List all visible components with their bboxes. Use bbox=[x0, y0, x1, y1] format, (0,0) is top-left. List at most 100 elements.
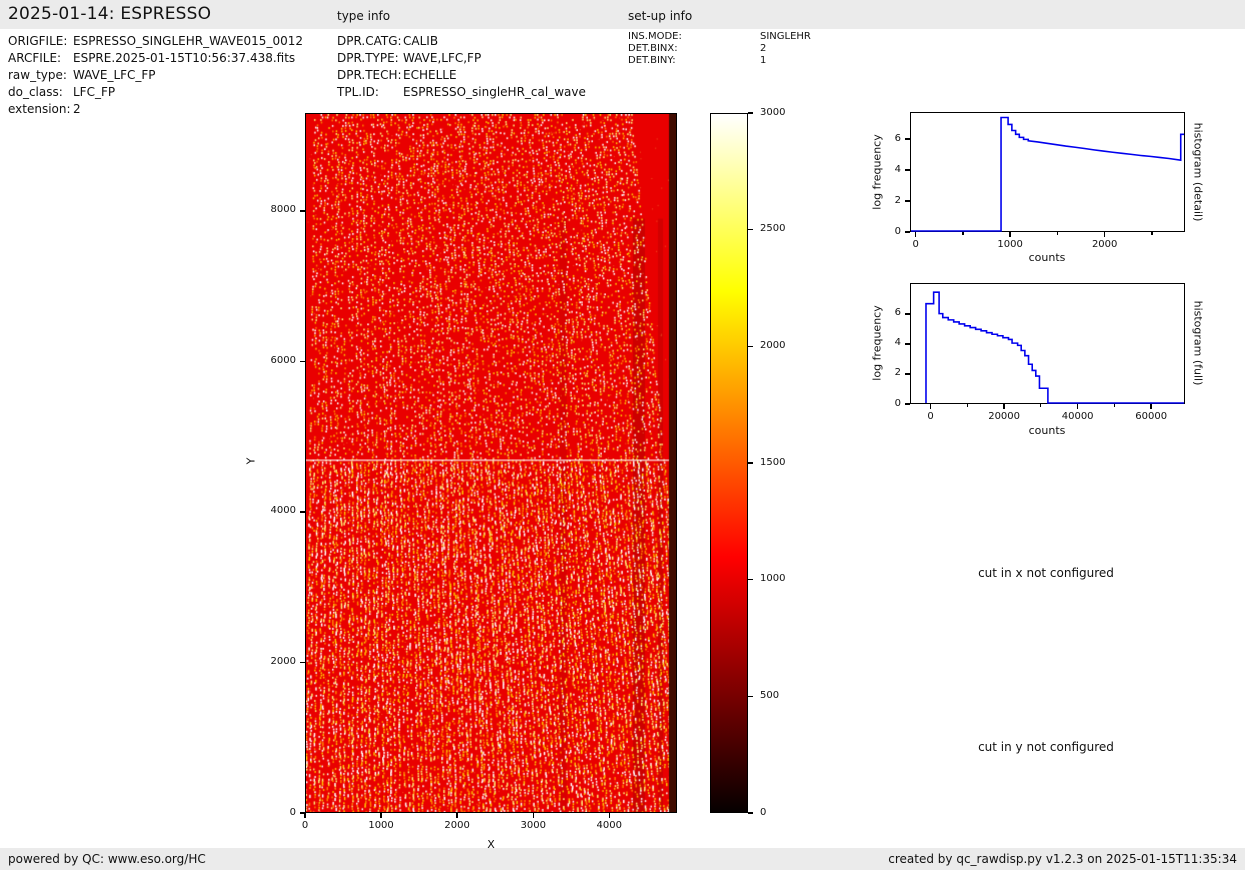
x-tick bbox=[1103, 232, 1106, 237]
y-tick bbox=[300, 812, 305, 814]
page-title: 2025-01-14: ESPRESSO bbox=[8, 4, 212, 24]
setup-info-header: set-up info bbox=[628, 9, 693, 23]
hist-detail-xlabel: counts bbox=[1028, 251, 1066, 264]
field-value: CALIB bbox=[403, 34, 439, 48]
y-tick-label: 2 bbox=[894, 194, 901, 206]
y-tick bbox=[300, 360, 305, 363]
colorbar-tick bbox=[748, 695, 753, 698]
setup-info-row: DET.BINX: 2 bbox=[628, 43, 811, 55]
hist-full-xlabel: counts bbox=[1028, 424, 1066, 437]
x-tick bbox=[304, 813, 306, 818]
cut-y-message: cut in y not configured bbox=[978, 740, 1114, 754]
colorbar-tick bbox=[748, 812, 753, 814]
y-tick-label: 2000 bbox=[270, 655, 296, 667]
colorbar-tick bbox=[748, 112, 753, 114]
x-tick bbox=[1150, 404, 1152, 409]
setup-info-row: DET.BINY: 1 bbox=[628, 55, 811, 67]
y-tick bbox=[905, 373, 910, 375]
field-value: SINGLEHR bbox=[760, 31, 811, 42]
field-value: 2 bbox=[73, 102, 81, 116]
y-tick bbox=[905, 200, 910, 202]
setup-info-block: INS.MODE: SINGLEHR DET.BINX: 2 DET.BINY: 1 bbox=[628, 31, 811, 67]
field-label: ARCFILE: bbox=[8, 51, 62, 65]
field-label: raw_type: bbox=[8, 68, 67, 82]
colorbar-tick-label: 1500 bbox=[760, 456, 786, 468]
y-tick-label: 4000 bbox=[270, 505, 296, 517]
y-tick bbox=[300, 210, 305, 212]
field-value: ESPRESSO_SINGLEHR_WAVE015_0012 bbox=[73, 34, 303, 48]
footer-left-text: powered by QC: www.eso.org/HC bbox=[8, 852, 206, 866]
file-info-row: raw_type: WAVE_LFC_FP bbox=[8, 67, 303, 84]
x-tick-label: 3000 bbox=[520, 820, 546, 831]
histogram-detail-plot bbox=[910, 112, 1185, 232]
y-tick bbox=[905, 313, 910, 315]
x-tick-label: 0 bbox=[912, 239, 919, 250]
x-tick-label: 0 bbox=[301, 820, 309, 831]
y-tick bbox=[905, 138, 910, 140]
colorbar-tick-label: 2000 bbox=[760, 339, 786, 351]
x-tick-label: 4000 bbox=[596, 820, 622, 831]
field-label: DPR.TECH: bbox=[337, 68, 402, 82]
type-info-row: DPR.CATG: CALIB bbox=[337, 33, 586, 50]
y-tick bbox=[300, 661, 305, 664]
field-label: extension: bbox=[8, 102, 71, 116]
y-tick-label: 0 bbox=[894, 225, 901, 237]
colorbar bbox=[710, 113, 748, 813]
colorbar-tick-label: 500 bbox=[760, 689, 780, 701]
field-label: do_class: bbox=[8, 85, 63, 99]
colorbar-tick bbox=[748, 578, 753, 581]
field-value: LFC_FP bbox=[73, 85, 116, 99]
hist-detail-side-label: histogram (detail) bbox=[1191, 122, 1205, 222]
y-tick-label: 2 bbox=[894, 367, 901, 379]
histogram_detail-curve bbox=[911, 116, 1184, 232]
field-value: 2 bbox=[760, 43, 767, 54]
field-value: WAVE,LFC,FP bbox=[403, 51, 482, 65]
detector-image-plot bbox=[305, 113, 677, 813]
field-value: ESPRE.2025-01-15T10:56:37.438.fits bbox=[73, 51, 296, 65]
x-tick-label: 20000 bbox=[988, 411, 1021, 422]
x-tick bbox=[929, 404, 932, 409]
y-tick-label: 4 bbox=[894, 163, 901, 175]
y-tick-label: 0 bbox=[289, 806, 296, 818]
type-info-block: DPR.CATG: CALIB DPR.TYPE: WAVE,LFC,FP DPR.… bbox=[337, 33, 586, 101]
x-minor-tick bbox=[1113, 404, 1115, 407]
type-info-row: DPR.TYPE: WAVE,LFC,FP bbox=[337, 50, 586, 67]
file-info-row: ORIGFILE: ESPRESSO_SINGLEHR_WAVE015_0012 bbox=[8, 33, 303, 50]
y-tick-label: 6 bbox=[894, 132, 901, 144]
type-info-row: DPR.TECH: ECHELLE bbox=[337, 67, 586, 84]
x-minor-tick bbox=[962, 232, 964, 235]
colorbar-tick bbox=[748, 228, 753, 231]
footer-right-text: created by qc_rawdisp.py v1.2.3 on 2025-… bbox=[888, 852, 1237, 866]
type-info-row: TPL.ID: ESPRESSO_singleHR_cal_wave bbox=[337, 84, 586, 101]
x-tick bbox=[914, 232, 917, 237]
field-label: DET.BINY: bbox=[628, 55, 676, 66]
field-value: WAVE_LFC_FP bbox=[73, 68, 156, 82]
x-tick-label: 2000 bbox=[1091, 239, 1118, 250]
type-info-header: type info bbox=[337, 9, 391, 23]
x-tick-label: 0 bbox=[927, 411, 934, 422]
y-tick-label: 4 bbox=[894, 337, 901, 349]
y-axis-label: Y bbox=[244, 457, 258, 465]
x-tick bbox=[1009, 232, 1011, 237]
colorbar-tick-label: 2500 bbox=[760, 223, 786, 235]
x-tick bbox=[1003, 404, 1005, 409]
y-tick-label: 0 bbox=[894, 397, 901, 409]
x-tick-label: 1000 bbox=[997, 239, 1023, 250]
histogram_full-curve bbox=[925, 291, 1184, 404]
y-tick bbox=[905, 343, 910, 345]
y-tick-label: 6 bbox=[894, 307, 901, 319]
field-label: DPR.CATG: bbox=[337, 34, 402, 48]
detector-image bbox=[306, 114, 676, 812]
field-label: ORIGFILE: bbox=[8, 34, 68, 48]
x-minor-tick bbox=[1040, 404, 1042, 407]
field-value: 1 bbox=[760, 55, 767, 66]
x-tick-label: 2000 bbox=[444, 820, 470, 831]
x-minor-tick bbox=[1056, 232, 1058, 235]
x-tick bbox=[532, 813, 534, 818]
header-bar: 2025-01-14: ESPRESSO type info set-up in… bbox=[0, 0, 1245, 29]
colorbar-tick bbox=[748, 345, 753, 348]
field-label: DET.BINX: bbox=[628, 43, 678, 54]
y-tick bbox=[905, 231, 910, 233]
cut-x-message: cut in x not configured bbox=[978, 566, 1114, 580]
y-tick bbox=[300, 511, 305, 513]
